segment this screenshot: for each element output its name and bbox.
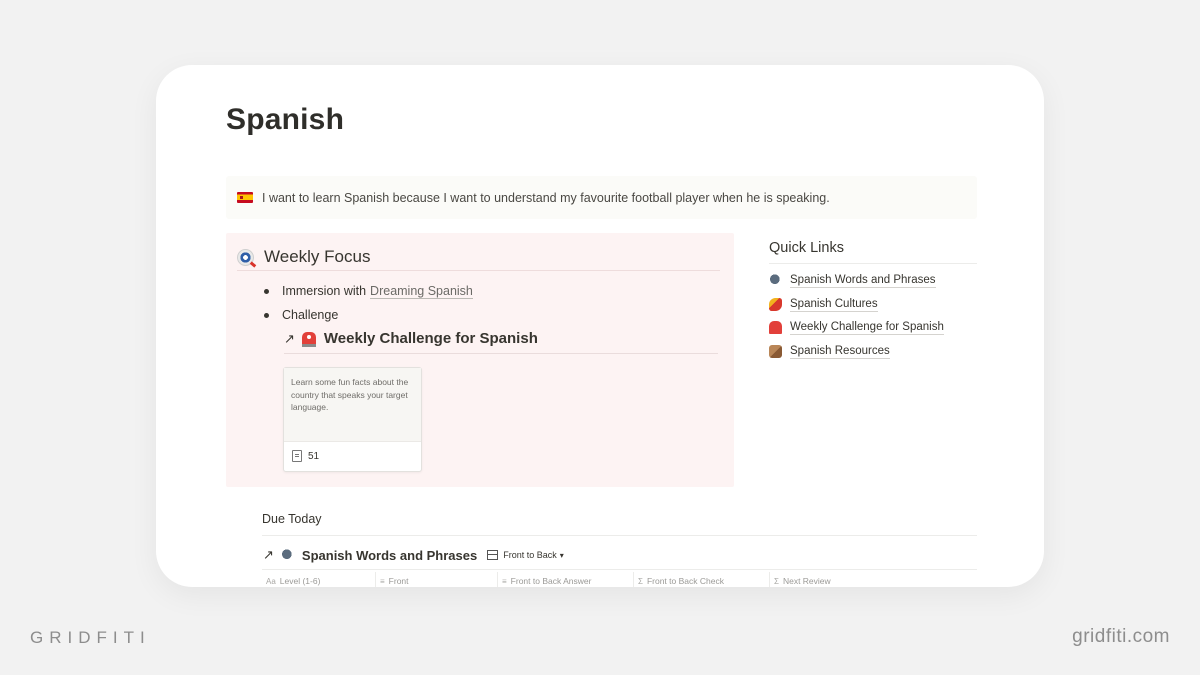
bullet-text: Immersion with [282,284,367,298]
table-view-icon [487,550,499,560]
dreaming-spanish-link[interactable]: Dreaming Spanish [370,284,473,299]
box-icon [769,344,782,358]
column-header-front[interactable]: ≡ Front [376,572,498,587]
quick-link-resources[interactable]: Spanish Resources [769,340,977,364]
dancer-icon [769,297,782,311]
gridfiti-wordmark: GRIDFITI [30,628,151,647]
weekly-focus-header: Weekly Focus [237,244,720,271]
column-header-answer[interactable]: ≡ Front to Back Answer [498,572,634,587]
column-header-next-review[interactable]: Σ Next Review [770,572,890,587]
linked-database-title[interactable]: Weekly Challenge for Spanish [324,330,538,347]
divider [262,569,977,570]
column-label: Front [388,576,409,586]
quick-link-weekly-challenge[interactable]: Weekly Challenge for Spanish [769,316,977,340]
gallery-card-preview: Learn some fun facts about the country t… [284,368,421,442]
column-label: Level (1-6) [279,576,321,586]
column-label: Next Review [782,576,831,586]
bullet-text: Challenge [282,308,339,322]
list-item: Immersion with Dreaming Spanish [264,279,473,303]
due-database-header: ↗ Spanish Words and Phrases Front to Bac… [263,545,564,565]
gallery-card-footer: 51 [284,442,421,470]
formula-property-icon: Σ [638,576,643,586]
quick-link-label[interactable]: Spanish Resources [790,344,890,359]
divider [262,535,977,536]
column-label: Front to Back Check [646,576,724,586]
page-title: Spanish [226,103,345,136]
quick-link-label[interactable]: Spanish Cultures [790,297,878,312]
gallery-card[interactable]: Learn some fun facts about the country t… [283,367,422,472]
text-property-icon: ≡ [502,576,507,586]
speaking-head-icon [769,274,782,288]
siren-icon [769,321,782,335]
document-icon [292,450,302,462]
spain-flag-icon [237,192,253,203]
gallery-card-count: 51 [308,450,320,462]
gridfiti-url: gridfiti.com [1072,626,1170,647]
bullet-dot [264,312,269,318]
weekly-focus-panel: Weekly Focus Immersion with Dreaming Spa… [226,233,734,487]
quick-link-cultures[interactable]: Spanish Cultures [769,293,977,317]
arrow-up-right-icon: ↗ [284,330,295,346]
table-header-row: Aa Level (1-6) ≡ Front ≡ Front to Back A… [262,572,890,587]
title-property-icon: Aa [266,576,276,586]
arrow-up-right-icon: ↗ [263,547,274,562]
quick-links-list: Spanish Words and Phrases Spanish Cultur… [769,269,977,363]
quick-link-label[interactable]: Spanish Words and Phrases [790,273,936,289]
column-header-check[interactable]: Σ Front to Back Check [634,572,770,587]
target-icon [237,248,254,266]
quick-links-section: Quick Links Spanish Words and Phrases Sp… [769,233,977,363]
bullet-dot [264,288,269,294]
quick-links-title: Quick Links [769,233,977,264]
quick-link-label[interactable]: Weekly Challenge for Spanish [790,320,944,336]
formula-property-icon: Σ [774,576,779,586]
due-database-title[interactable]: Spanish Words and Phrases [302,548,477,563]
due-today-heading: Due Today [262,512,322,526]
notion-page-card: Spanish I want to learn Spanish because … [156,65,1044,587]
text-property-icon: ≡ [380,576,385,586]
chevron-down-icon[interactable]: ▾ [560,551,564,560]
column-header-level[interactable]: Aa Level (1-6) [262,572,376,587]
weekly-focus-bullets: Immersion with Dreaming Spanish Challeng… [264,279,473,327]
view-selector[interactable]: Front to Back [503,550,557,560]
weekly-focus-title: Weekly Focus [264,247,371,266]
quick-link-words-phrases[interactable]: Spanish Words and Phrases [769,269,977,293]
siren-icon [301,332,316,347]
linked-database-header[interactable]: ↗ Weekly Challenge for Spanish [284,324,718,354]
callout-block[interactable]: I want to learn Spanish because I want t… [226,176,977,219]
callout-text: I want to learn Spanish because I want t… [262,190,830,205]
speaking-head-icon [280,548,294,562]
column-label: Front to Back Answer [510,576,592,586]
